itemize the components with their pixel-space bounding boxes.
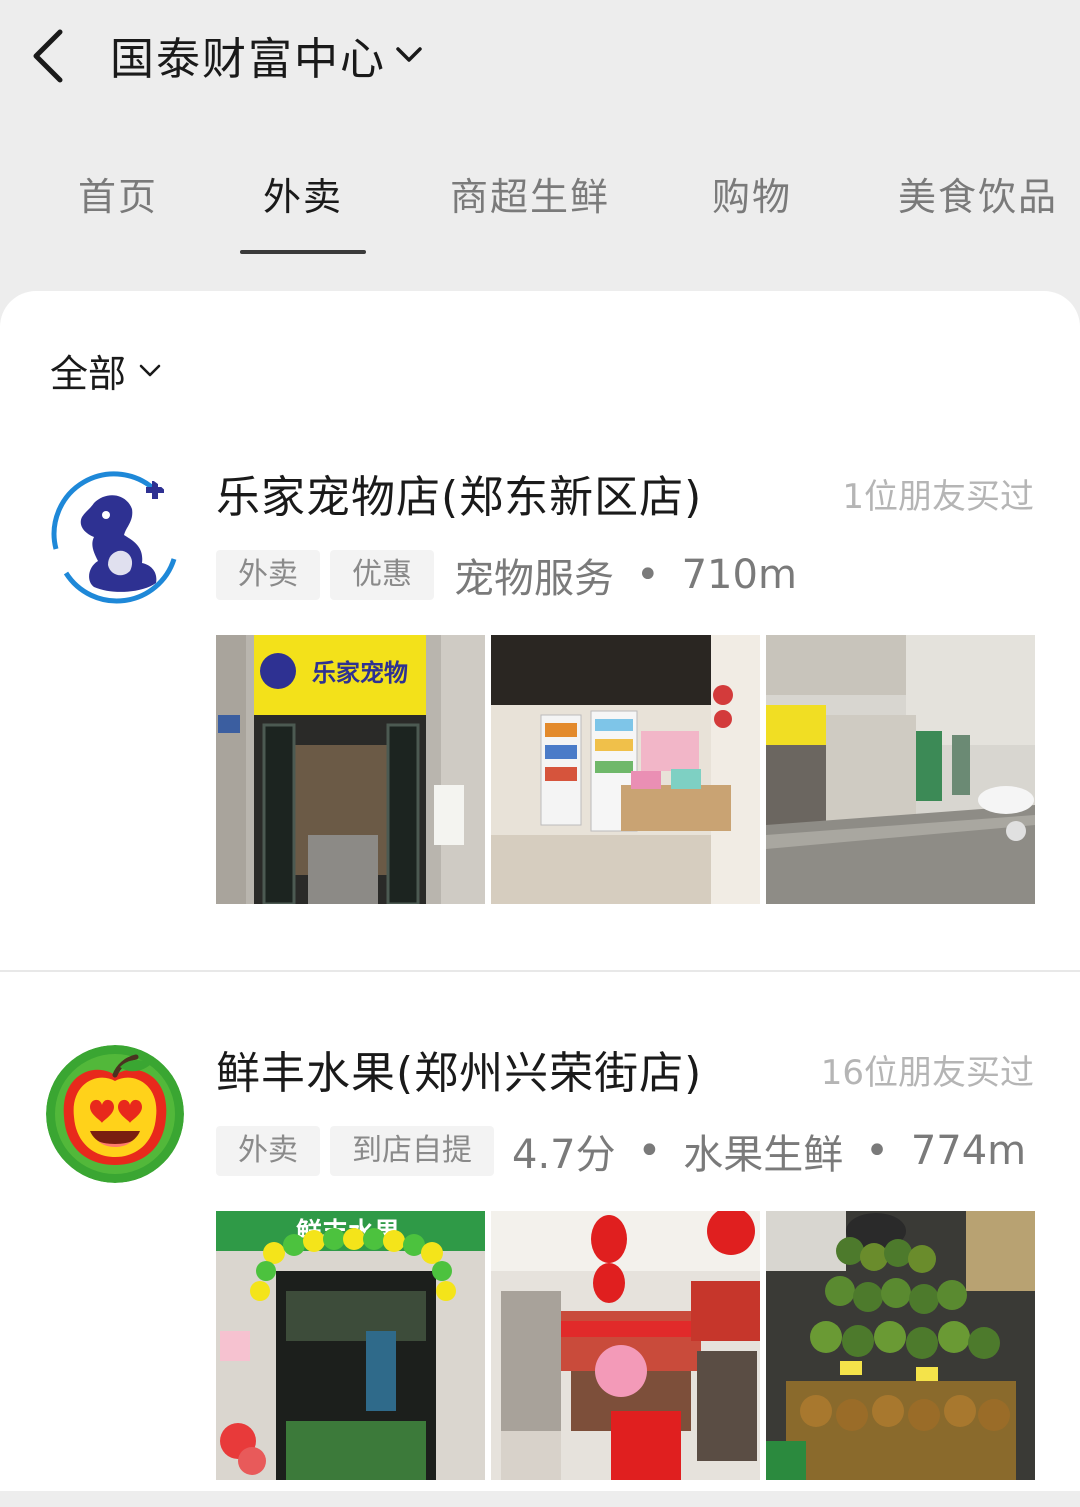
tab-food-drinks[interactable]: 美食饮品 — [898, 166, 1056, 226]
storefront-photo[interactable]: 乐家宠物 — [216, 635, 485, 904]
friends-bought-badge: 16位朋友买过 — [820, 1053, 1034, 1093]
interior-shelves-photo[interactable] — [491, 635, 760, 904]
location-selector[interactable]: 国泰财富中心 — [110, 24, 424, 86]
store-category: 宠物服务 — [454, 556, 614, 602]
store-meta-row: 外卖 到店自提 4.7分 • 水果生鲜 • 774m — [216, 1125, 1027, 1178]
separator-dot: • — [637, 1128, 662, 1174]
lanterns-interior-photo[interactable] — [491, 1211, 760, 1480]
store-rating: 4.7分 — [512, 1132, 616, 1178]
store-card[interactable]: 鲜丰水果(郑州兴荣街店) 16位朋友买过 外卖 到店自提 4.7分 • 水果生鲜… — [0, 1037, 1080, 1507]
chevron-left-icon[interactable] — [28, 26, 72, 86]
shop-signage-text: 乐家宠物 — [312, 659, 408, 687]
store-meta-row: 外卖 优惠 宠物服务 • 710m — [216, 549, 797, 602]
chevron-down-icon — [139, 364, 161, 376]
store-category: 水果生鲜 — [683, 1132, 844, 1178]
apple-heart-eyes-logo — [46, 1045, 184, 1183]
pet-dog-cat-logo — [46, 469, 184, 607]
street-view-photo[interactable] — [766, 635, 1035, 904]
store-card[interactable]: 乐家宠物店(郑东新区店) 1位朋友买过 外卖 优惠 宠物服务 • 710m 乐家… — [0, 461, 1080, 971]
list-divider — [0, 970, 1080, 972]
friends-bought-badge: 1位朋友买过 — [842, 477, 1034, 517]
tag-discount: 优惠 — [330, 550, 434, 600]
tag-takeout: 外卖 — [216, 550, 320, 600]
filter-dropdown[interactable]: 全部 — [50, 343, 162, 398]
store-list-panel: 全部 乐家宠物店(郑东新区店) 1位朋友买过 外卖 优惠 宠物服务 • 710m… — [0, 291, 1080, 1491]
top-bar: 国泰财富中心 — [0, 0, 1080, 110]
fruit-display-photo[interactable] — [766, 1211, 1035, 1480]
store-distance: 774m — [910, 1128, 1027, 1174]
tab-takeout[interactable]: 外卖 — [263, 166, 343, 226]
store-name: 鲜丰水果(郑州兴荣街店) — [216, 1048, 703, 1099]
tab-shopping[interactable]: 购物 — [712, 166, 792, 226]
tab-home[interactable]: 首页 — [78, 166, 158, 226]
balloon-storefront-photo[interactable]: 鲜丰水果 — [216, 1211, 485, 1480]
store-photos: 鲜丰水果 — [216, 1211, 1035, 1480]
store-name: 乐家宠物店(郑东新区店) — [216, 472, 703, 523]
store-distance: 710m — [681, 552, 797, 598]
separator-dot: • — [865, 1128, 889, 1174]
tab-supermarket-fresh[interactable]: 商超生鲜 — [450, 166, 608, 226]
tag-pickup: 到店自提 — [330, 1126, 494, 1176]
chevron-down-icon — [396, 47, 422, 62]
category-tabs: 首页 外卖 商超生鲜 购物 美食饮品 — [0, 150, 1080, 260]
separator-dot: • — [636, 552, 660, 598]
active-tab-indicator — [240, 250, 366, 254]
location-title: 国泰财富中心 — [110, 34, 386, 85]
filter-label: 全部 — [50, 352, 127, 396]
tag-takeout: 外卖 — [216, 1126, 320, 1176]
store-photos: 乐家宠物 — [216, 635, 1035, 904]
